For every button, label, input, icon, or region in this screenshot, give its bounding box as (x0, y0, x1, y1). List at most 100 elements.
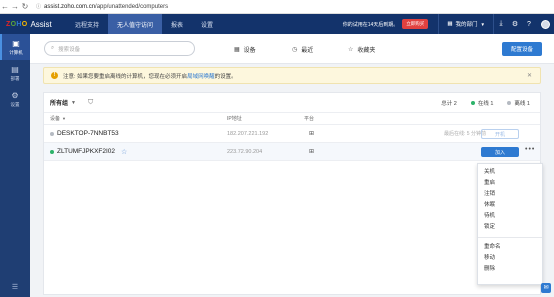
tab-settings[interactable]: 设置 (192, 14, 222, 34)
device-ip: 223.72.90.204 (227, 148, 263, 155)
menu-item-rename[interactable]: 重命名 (478, 242, 542, 253)
forward-icon[interactable]: → (10, 0, 20, 14)
group-label: 所有组 (50, 101, 69, 107)
tab-reports[interactable]: 报表 (162, 14, 192, 34)
favorites-label: 收藏夹 (357, 48, 376, 54)
total-count: 总计 2 (441, 101, 457, 107)
configure-devices-button[interactable]: 配置设备 (501, 42, 542, 56)
zoho-logo: ZOHO (6, 20, 28, 28)
favorites-link[interactable]: ☆ 收藏夹 (348, 45, 375, 54)
devices-label: 设备 (243, 48, 256, 54)
column-ip: IP地址 (227, 116, 242, 122)
sidebar: ▣ 计算机 ▤ 部署 ⚙ 设置 ☰ (0, 34, 30, 297)
menu-item-move[interactable]: 移动 (478, 253, 542, 264)
device-ip: 182.207.221.192 (227, 130, 269, 137)
search-icon: ⌕ (51, 45, 55, 51)
online-label: 在线 1 (477, 101, 494, 107)
menu-divider (478, 237, 542, 238)
tab-unattended-access[interactable]: 无人值守访问 (108, 14, 163, 34)
sidebar-item-settings[interactable]: ⚙ 设置 (0, 86, 30, 112)
offline-count: 离线 1 (507, 99, 530, 107)
device-counts: 总计 2 在线 1 离线 1 (427, 93, 530, 113)
computer-icon: ▣ (12, 38, 20, 48)
toolbar: ⌕ 搜索设备 ▦ 设备 ◷ 最近 ☆ 收藏夹 配置设备 (30, 34, 554, 64)
sidebar-item-label: 设置 (10, 101, 20, 107)
url-path: /app/unattended/computers (95, 3, 169, 10)
sidebar-item-label: 计算机 (9, 49, 23, 55)
windows-icon: ⊞ (309, 131, 315, 137)
group-selector[interactable]: 所有组 ▼ (50, 98, 76, 108)
notice-banner: ! 注意: 如果您要重启离线的计算机，您现在必须开启 局域网唤醒 的设置。 ✕ (43, 67, 541, 84)
menu-item-logoff[interactable]: 注销 (478, 189, 542, 200)
power-on-button[interactable]: 开机 (481, 129, 519, 139)
offline-label: 离线 1 (514, 101, 530, 107)
chevron-down-icon: ▼ (71, 99, 76, 106)
menu-item-standby[interactable]: 待机 (478, 211, 542, 222)
last-online: 最后在线: 5 分钟前 (444, 131, 486, 137)
table-row[interactable]: ZLTUMFJPKXF2I02 ☆ 223.72.90.204 ⊞ 加入 ••• (44, 143, 540, 161)
menu-item-hibernate[interactable]: 休眠 (478, 200, 542, 211)
recent-link[interactable]: ◷ 最近 (292, 45, 313, 54)
department-selector[interactable]: ▦ 我的部门 ▼ (439, 20, 493, 28)
column-device-label: 设备 (50, 116, 61, 122)
building-icon: ▦ (447, 21, 453, 27)
department-label: 我的部门 (455, 22, 478, 28)
logo[interactable]: ZOHO Assist (0, 20, 66, 29)
filter-icon[interactable]: ⛉ (88, 99, 93, 107)
reload-icon[interactable]: ↻ (20, 0, 30, 14)
column-platform: 平台 (304, 116, 315, 122)
help-icon[interactable]: ? (522, 21, 536, 28)
search-input[interactable]: ⌕ 搜索设备 (44, 41, 195, 56)
avatar[interactable] (541, 19, 550, 29)
gear-icon[interactable]: ⚙ (508, 20, 522, 28)
recent-label: 最近 (301, 48, 314, 54)
windows-icon: ⊞ (309, 149, 315, 155)
online-dot (470, 101, 475, 105)
star-icon[interactable]: ☆ (121, 148, 127, 156)
clock-icon: ◷ (292, 47, 298, 53)
app-name: Assist (30, 19, 52, 29)
device-name-text: ZLTUMFJPKXF2I02 (57, 148, 116, 155)
buy-now-button[interactable]: 立即购买 (402, 19, 429, 29)
sidebar-item-deploy[interactable]: ▤ 部署 (0, 60, 30, 86)
star-icon: ☆ (348, 47, 354, 53)
notice-text-suffix: 的设置。 (214, 73, 237, 80)
menu-item-shutdown[interactable]: 关机 (478, 167, 542, 178)
online-dot (50, 149, 54, 154)
column-device[interactable]: 设备 ▼ (50, 115, 66, 122)
device-name[interactable]: ZLTUMFJPKXF2I02 ☆ (50, 148, 127, 156)
device-name[interactable]: DESKTOP-7NNBT53 (50, 130, 119, 137)
menu-icon[interactable]: ☰ (0, 283, 30, 291)
notice-text: 注意: 如果您要重启离线的计算机，您现在必须开启 (63, 73, 188, 80)
chat-icon[interactable]: ✉ (541, 283, 551, 293)
deploy-icon: ▤ (11, 64, 19, 74)
browser-bar: ← → ↻ ⓘ assist.zoho.com.cn /app/unattend… (0, 0, 554, 14)
table-row[interactable]: DESKTOP-7NNBT53 182.207.221.192 ⊞ 最后在线: … (44, 125, 540, 143)
grid-icon: ▦ (234, 47, 240, 53)
more-options-icon[interactable]: ••• (525, 146, 535, 153)
tab-remote-support[interactable]: 远程支持 (66, 14, 108, 34)
menu-item-delete[interactable]: 删除 (478, 264, 542, 275)
menu-item-lock[interactable]: 锁定 (478, 222, 542, 233)
chevron-down-icon: ▼ (62, 116, 66, 121)
sidebar-item-computers[interactable]: ▣ 计算机 (0, 34, 30, 60)
devices-link[interactable]: ▦ 设备 (234, 45, 256, 54)
info-icon: ⓘ (36, 4, 42, 10)
download-icon[interactable]: ⤓ (494, 20, 508, 28)
back-icon[interactable]: ← (0, 0, 10, 14)
app-header: ZOHO Assist 远程支持 无人值守访问 报表 设置 你的试用在14天后到… (0, 14, 554, 34)
table-header: 设备 ▼ IP地址 平台 (44, 113, 540, 125)
device-actions-menu: 关机 重启 注销 休眠 待机 锁定 重命名 移动 删除 (477, 163, 543, 285)
offline-dot (50, 131, 54, 136)
offline-dot (507, 101, 512, 105)
join-button[interactable]: 加入 (481, 147, 519, 157)
wake-on-lan-link[interactable]: 局域网唤醒 (187, 72, 215, 80)
close-icon[interactable]: ✕ (527, 72, 532, 79)
search-placeholder: 搜索设备 (58, 46, 81, 53)
menu-item-restart[interactable]: 重启 (478, 178, 542, 189)
devices-panel: 所有组 ▼ ⛉ 总计 2 在线 1 离线 1 设备 ▼ IP地址 平台 DESKT… (43, 92, 541, 295)
warning-icon: ! (51, 72, 58, 79)
online-count: 在线 1 (470, 99, 494, 107)
device-name-text: DESKTOP-7NNBT53 (57, 130, 119, 137)
address-bar[interactable]: ⓘ assist.zoho.com.cn /app/unattended/com… (36, 3, 169, 11)
